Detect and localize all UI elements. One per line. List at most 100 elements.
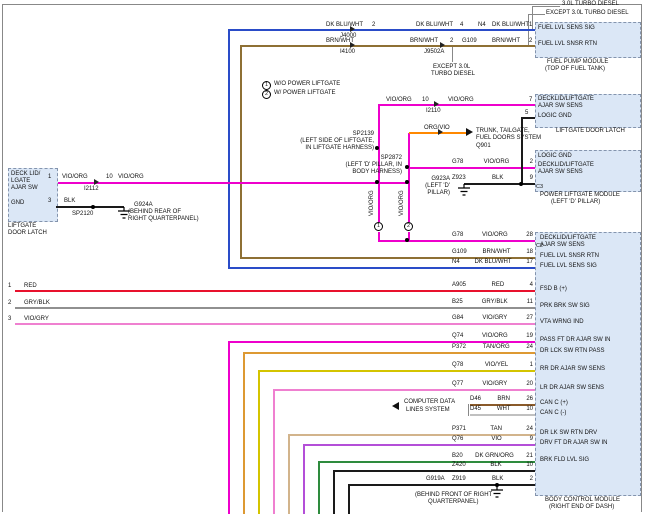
splice-dot [405, 238, 409, 242]
wire-color-label: ORG/VIO [424, 125, 450, 132]
wire-color-label: RED [492, 282, 505, 289]
wire-color-label: VIO/GRY [24, 316, 49, 323]
wire-dr-lck-rtn-pass [243, 352, 245, 514]
splice-dot [405, 165, 409, 169]
wiring-diagram-canvas: 3.0L TURBO DIESEL EXCEPT 3.0L TURBO DIES… [0, 0, 650, 514]
wire-rr-dr-ajar [258, 370, 535, 372]
wire-pass-ft-ajar [228, 341, 230, 514]
bracket-line [532, 6, 560, 7]
pin-number: 19 [526, 333, 533, 340]
module-pin-function: CAN C (+) [540, 400, 635, 407]
wire-color-label: GRY/BLK [24, 300, 50, 307]
wire-label-row: Z923BLK9 [452, 175, 533, 182]
ground-location: QUARTERPANEL) [428, 499, 478, 506]
wire-label-row: D46BRN26 [470, 396, 533, 403]
wire-color-label: DK BLU/WHT [474, 259, 511, 266]
wire-color-label: DK BLU/WHT [326, 22, 363, 29]
pin-number: 26 [526, 396, 533, 403]
note-number: 2 [404, 222, 413, 231]
splice-label: SP2872 [260, 155, 402, 162]
circuit-label: Q901 [476, 143, 491, 150]
module-pin-function: PASS FT DR AJAR SW IN [540, 337, 635, 344]
circuit-label: B20 [452, 453, 463, 460]
circuit-label: Q74 [452, 333, 463, 340]
wire-drv-ft-ajar [303, 444, 305, 514]
module-pin-function: GND [11, 200, 24, 207]
module-location: (RIGHT END OF DASH) [549, 504, 614, 511]
wire-dr-lck-rtn-pass [243, 352, 535, 354]
wire-color-label: BLK [492, 175, 503, 182]
wire-liftgate-ajar [378, 104, 535, 106]
splice-dot [375, 180, 379, 184]
circuit-label: G78 [452, 232, 463, 239]
circuit-label: G109 [452, 249, 467, 256]
input-number: 1 [8, 283, 11, 290]
wire-label-row: Z420BLK10 [452, 462, 533, 469]
system-ref-label: TRUNK, TAILGATE, [476, 128, 530, 135]
wire-color-label: VIO [491, 436, 501, 443]
ground-label: G924A [134, 202, 153, 209]
wire-label-row: G78VIO/ORG2 [452, 159, 533, 166]
note-number: 1 [374, 222, 383, 231]
module-name: FUEL PUMP MODULE [547, 59, 608, 66]
splice-dot [519, 182, 523, 186]
wire-fuel-sens-sig [228, 29, 535, 31]
pin-number: 18 [526, 249, 533, 256]
splice-location: (LEFT 'D' PILLAR, IN [260, 162, 402, 169]
circuit-label: P372 [452, 344, 466, 351]
wire-vta-wrng [15, 323, 535, 325]
wire-color-label: VIO/GRY [482, 381, 507, 388]
pin-number: 17 [526, 259, 533, 266]
wire-label-row: G109 BRN/WHT 18 [452, 249, 533, 256]
connector-icon [350, 26, 355, 32]
input-number: 2 [8, 300, 11, 307]
wire-dr-lk-rtn-drv [288, 434, 290, 514]
circuit-label: G109 [462, 38, 477, 45]
pin-number: 24 [526, 344, 533, 351]
module-pin-function: LOGIC GND [538, 153, 572, 160]
pin-number: 24 [526, 426, 533, 433]
module-pin-function: RR DR AJAR SW SENS [540, 366, 635, 373]
module-pin-function: CAN C (-) [540, 410, 635, 417]
note-text: W/O POWER LIFTGATE [274, 81, 340, 88]
splice-location: IN LIFTGATE HARNESS) [250, 145, 374, 152]
wire-color-label: VIO/ORG [118, 174, 144, 181]
frame-right [641, 4, 642, 512]
wire-color-label: TAN [490, 426, 502, 433]
wire-color-label: BLK [490, 462, 501, 469]
splice-callout: SP2139 (LEFT SIDE OF LIFTGATE, IN LIFTGA… [250, 131, 374, 152]
wire-color-label: BRN/WHT [483, 249, 511, 256]
pin-number: 28 [526, 232, 533, 239]
wire-label-row: Q77VIO/GRY20 [452, 381, 533, 388]
splice-dot [375, 146, 379, 150]
pin-number: 5 [525, 110, 528, 117]
wire-lr-dr-ajar [273, 389, 275, 514]
module-pin-function: FUEL LVL SENS SIG [538, 25, 595, 32]
splice-label: SP2120 [72, 211, 93, 218]
wire-color-label: VIO/ORG [386, 97, 412, 104]
wire-color-label: DK BLU/WHT [416, 22, 453, 29]
pin-number: 9 [530, 436, 533, 443]
circuit-label: Z420 [452, 462, 466, 469]
module-pin-function: FUEL LVL SNSR RTN [538, 41, 597, 48]
system-ref-label: FUEL DOORS SYSTEM [476, 135, 541, 142]
module-pin-function: DR LCK SW RTN PASS [540, 348, 635, 355]
module-pin-function: DECKLID/LIFTGATE AJAR SW SENS [540, 235, 602, 248]
wire-gauge: 2 [450, 38, 453, 45]
connector-label: I2112 [84, 186, 99, 193]
wire-label-row: P372TAN/ORG24 [452, 344, 533, 351]
pin-number: 1 [530, 362, 533, 369]
circuit-label: N4 [452, 259, 460, 266]
wire-color-label: VIO/ORG [448, 97, 474, 104]
wire-color-label: VIO/ORG [482, 333, 508, 340]
wire-label-row: B25GRY/BLK11 [452, 299, 533, 306]
connector-icon [434, 101, 439, 107]
circuit-label: D46 [470, 396, 481, 403]
module-pin-function: BRK FLD LVL SIG [540, 457, 635, 464]
wire-fuel-sens-sig [228, 267, 535, 269]
ground-callout: G923A (LEFT 'D' PILLAR) [392, 176, 450, 197]
bracket-line [452, 47, 453, 62]
splice-callout: SP2872 (LEFT 'D' PILLAR, IN BODY HARNESS… [260, 155, 402, 176]
pin-number: 27 [526, 315, 533, 322]
wire-label-row: N4 DK BLU/WHT 17 [452, 259, 533, 266]
